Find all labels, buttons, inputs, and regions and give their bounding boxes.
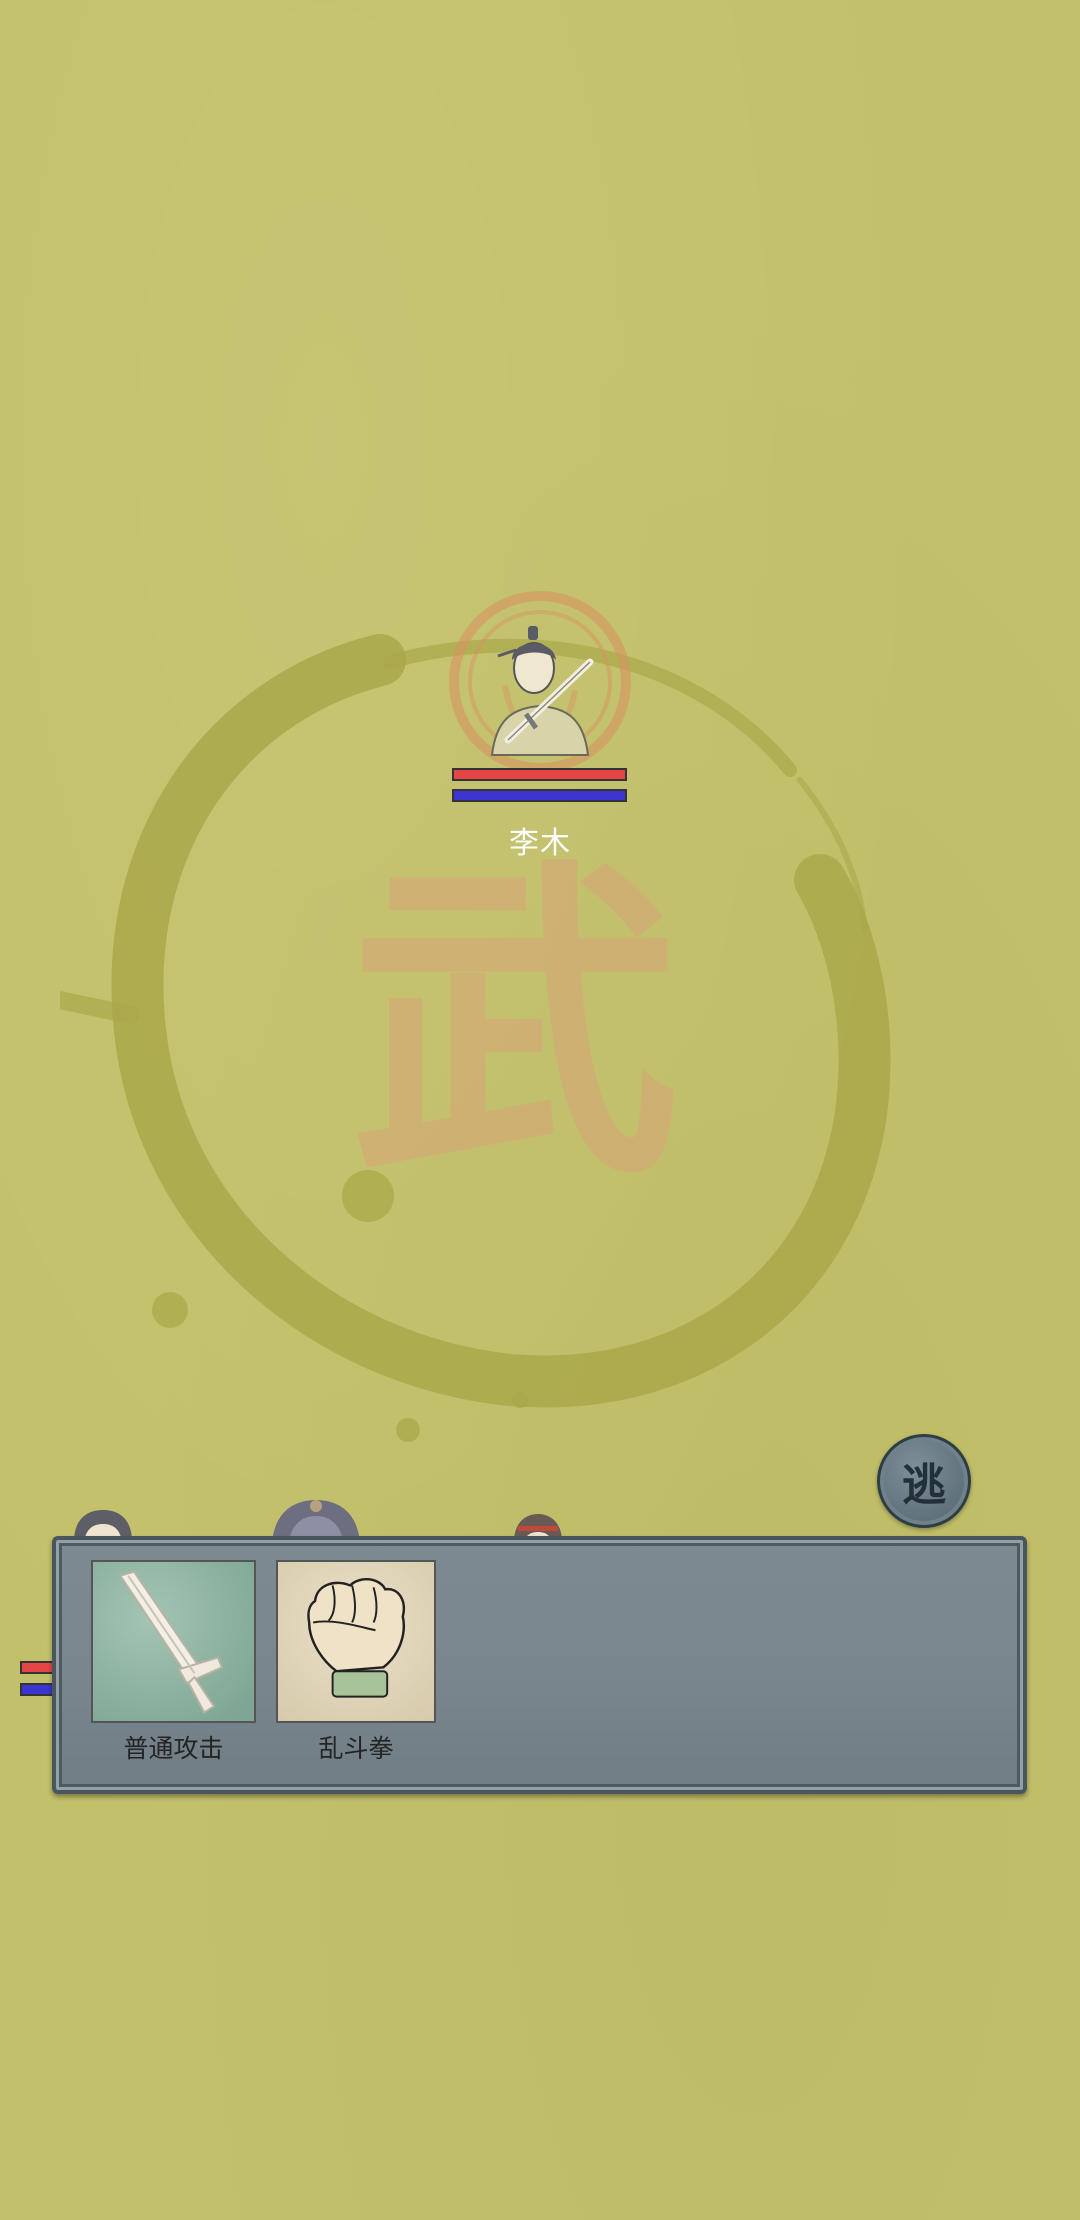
enemy-portrait[interactable] xyxy=(440,590,640,780)
enemy-hp-bar xyxy=(452,768,627,781)
sword-icon xyxy=(91,1560,256,1723)
skill-panel: 普通攻击 乱斗拳 xyxy=(52,1536,1027,1794)
arena-emblem-char: 武 xyxy=(350,830,680,1218)
skill-brawl-fist[interactable]: 乱斗拳 xyxy=(276,1560,436,1765)
skill-label: 普通攻击 xyxy=(123,1734,224,1763)
enemy-mp-bar xyxy=(452,789,627,802)
enemy-name: 李木 xyxy=(509,826,571,861)
swordsman-portrait-icon xyxy=(449,591,631,773)
skill-normal-attack[interactable]: 普通攻击 xyxy=(91,1560,256,1765)
skill-label: 乱斗拳 xyxy=(318,1734,394,1763)
fist-icon xyxy=(276,1560,436,1723)
flee-button[interactable]: 逃 xyxy=(877,1434,971,1528)
